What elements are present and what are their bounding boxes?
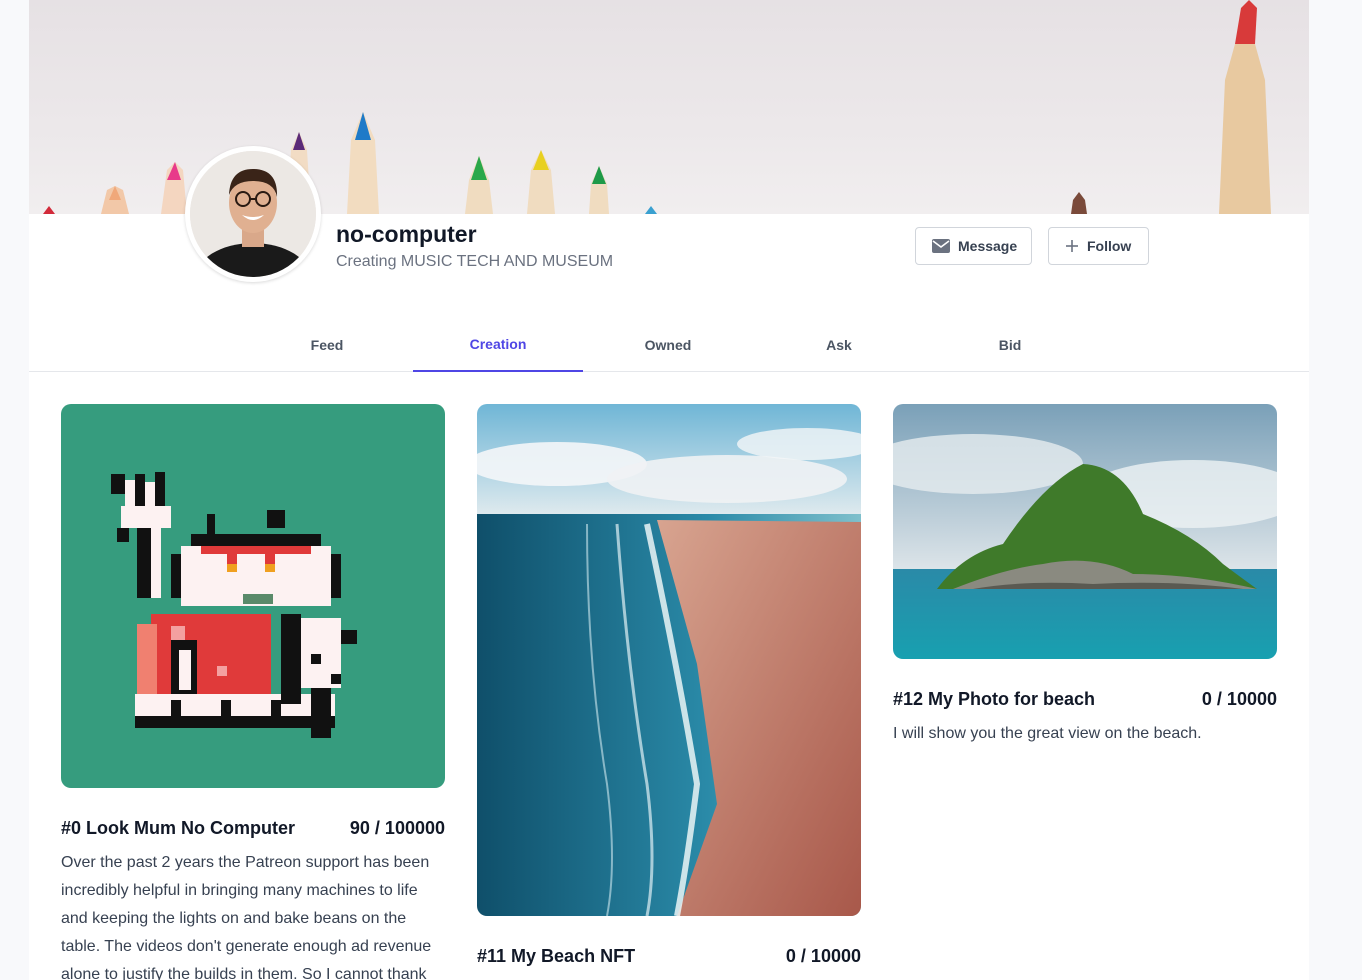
envelope-icon — [932, 239, 950, 253]
nft-image-island[interactable] — [893, 404, 1277, 659]
nft-title[interactable]: #11 My Beach NFT — [477, 946, 635, 967]
nft-description: I will show you the great view on the be… — [893, 725, 1202, 742]
pixel-character-image — [111, 472, 357, 738]
nft-title[interactable]: #0 Look Mum No Computer — [61, 818, 295, 839]
profile-tabs: Feed Creation Owned Ask Bid — [29, 318, 1309, 372]
nft-image-pixel-art[interactable] — [61, 404, 445, 788]
nft-card[interactable]: #11 My Beach NFT 0 / 10000 — [477, 404, 861, 977]
tab-feed[interactable]: Feed — [242, 318, 412, 372]
follow-button[interactable]: Follow — [1048, 227, 1149, 265]
profile-page: no-computer Creating MUSIC TECH AND MUSE… — [29, 0, 1309, 980]
nft-count: 90 / 100000 — [349, 818, 445, 838]
plus-icon — [1066, 240, 1078, 252]
nft-count: 0 / 10000 — [785, 946, 861, 966]
profile-avatar[interactable] — [185, 146, 321, 282]
nft-image-beach[interactable] — [477, 404, 861, 916]
nft-card-header: #11 My Beach NFT 0 / 10000 — [477, 946, 861, 967]
profile-name: no-computer — [336, 221, 477, 247]
beach-aerial-image — [477, 404, 861, 916]
nft-card-header: #0 Look Mum No Computer 90 / 100000 — [61, 818, 445, 839]
nft-card[interactable]: #0 Look Mum No Computer 90 / 100000 Over… — [61, 404, 445, 980]
message-button-label: Message — [958, 238, 1018, 254]
tab-creation[interactable]: Creation — [413, 318, 583, 372]
profile-bio: Creating MUSIC TECH AND MUSEUM — [336, 253, 614, 270]
nft-card-header: #12 My Photo for beach 0 / 10000 — [893, 689, 1277, 710]
nft-description: Over the past 2 years the Patreon suppor… — [61, 854, 432, 980]
island-image — [893, 404, 1277, 659]
follow-button-label: Follow — [1087, 238, 1132, 254]
nft-count: 0 / 10000 — [1201, 689, 1277, 709]
tab-owned[interactable]: Owned — [583, 318, 753, 372]
tab-bid[interactable]: Bid — [925, 318, 1095, 372]
nft-title[interactable]: #12 My Photo for beach — [893, 689, 1095, 710]
nft-card[interactable]: #12 My Photo for beach 0 / 10000 I will … — [893, 404, 1277, 748]
avatar-photo — [190, 151, 316, 277]
tab-ask[interactable]: Ask — [754, 318, 924, 372]
message-button[interactable]: Message — [915, 227, 1032, 265]
